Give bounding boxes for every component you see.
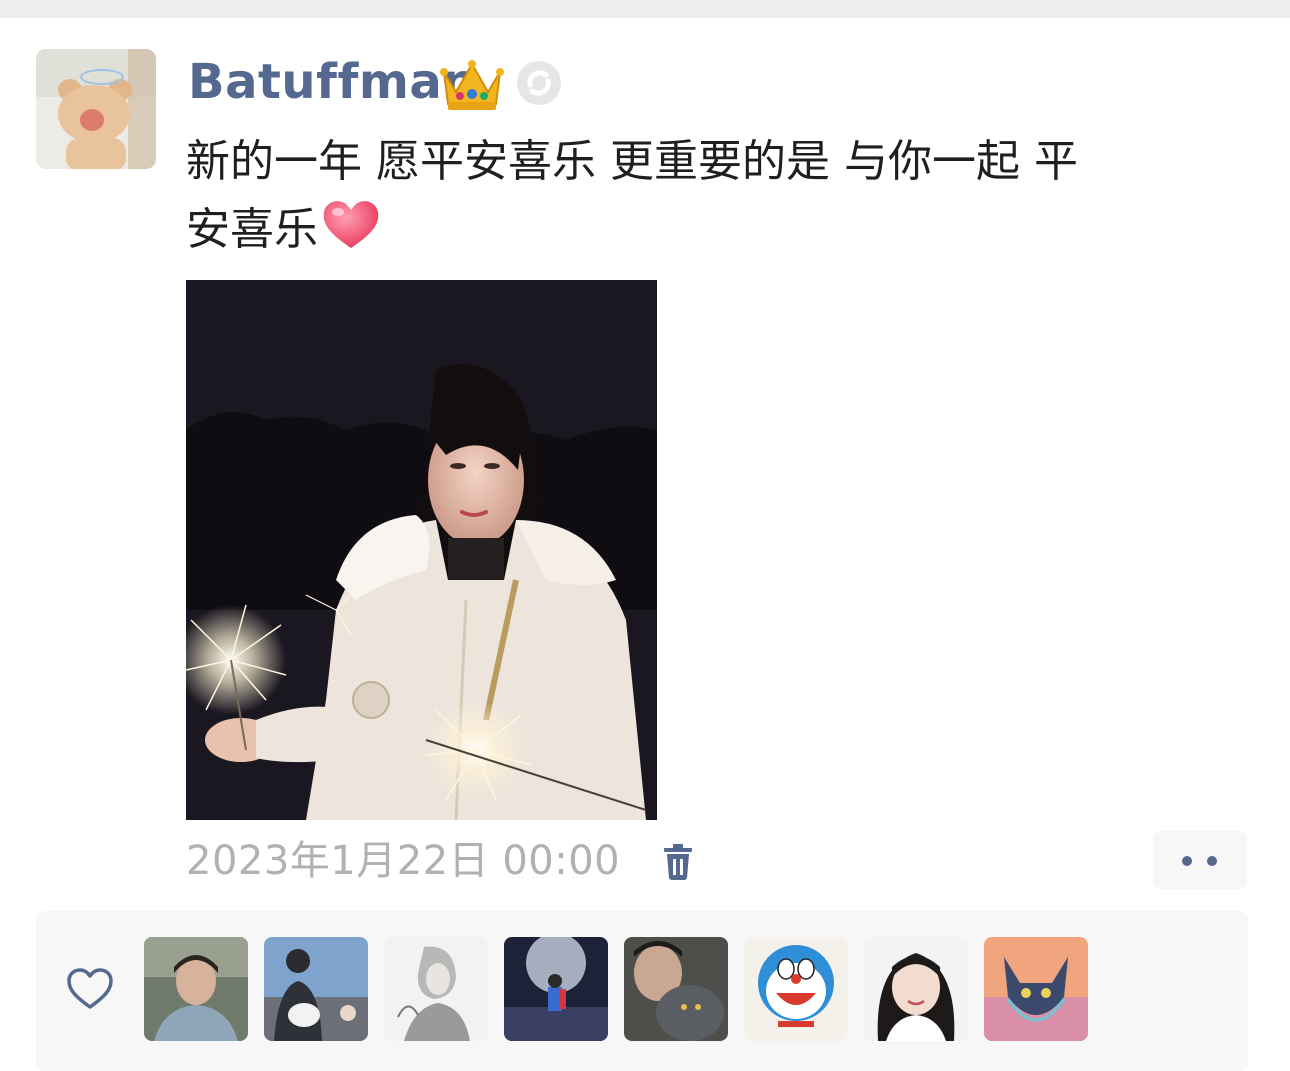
post-text: 新的一年 愿平安喜乐 更重要的是 与你一起 平 安喜乐 <box>186 128 1246 264</box>
top-strip <box>0 0 1290 18</box>
sync-icon <box>517 61 561 105</box>
bear-halo <box>80 69 124 85</box>
post-text-line: 安喜乐 <box>186 204 318 255</box>
liker-avatar-8[interactable] <box>984 937 1088 1041</box>
more-dots-icon[interactable] <box>1153 831 1247 889</box>
post-text-line: 新的一年 愿平安喜乐 更重要的是 与你一起 平 <box>186 136 1078 187</box>
avatar-bg-shape <box>128 49 156 169</box>
heart-outline-icon <box>67 968 113 1009</box>
post-timestamp: 2023年1月22日 00:00 <box>186 838 621 884</box>
post-photo[interactable] <box>186 280 657 820</box>
liker-avatar-4[interactable] <box>504 937 608 1041</box>
author-name[interactable]: Batuffman <box>188 52 477 112</box>
author-avatar[interactable] <box>36 49 156 169</box>
liker-avatar-2[interactable] <box>264 937 368 1041</box>
trash-icon[interactable] <box>660 842 696 882</box>
bear-paw <box>80 109 104 131</box>
liker-avatar-7[interactable] <box>864 937 968 1041</box>
liker-avatar-1[interactable] <box>144 937 248 1041</box>
likes-panel <box>36 911 1248 1071</box>
liker-avatar-6[interactable] <box>744 937 848 1041</box>
liker-avatar-5[interactable] <box>624 937 728 1041</box>
crown-icon <box>440 60 504 110</box>
heart-emoji <box>323 201 379 248</box>
dot <box>1182 856 1192 866</box>
liker-avatar-3[interactable] <box>384 937 488 1041</box>
dot <box>1207 856 1217 866</box>
bear-body <box>66 135 126 169</box>
